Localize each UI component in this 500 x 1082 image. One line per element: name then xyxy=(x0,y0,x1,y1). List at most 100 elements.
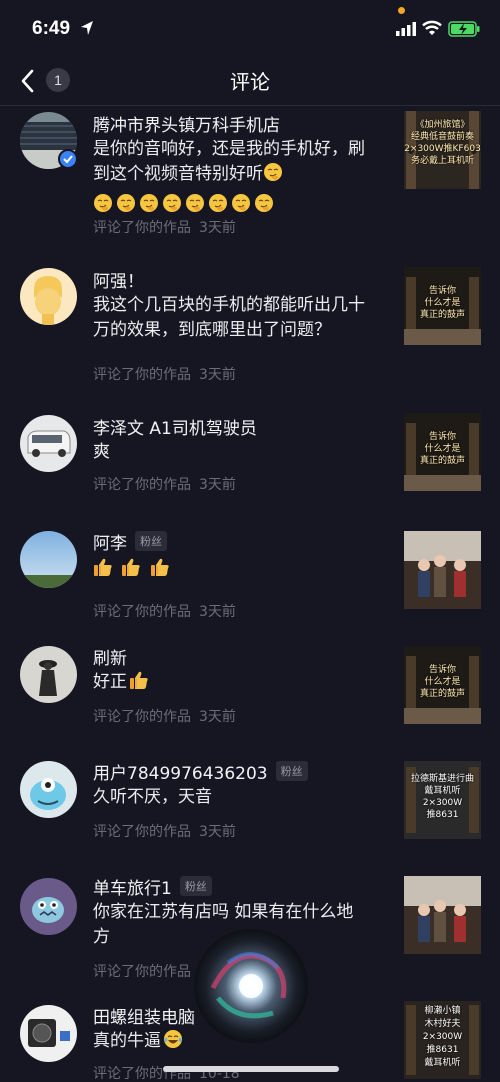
smirk-emoji xyxy=(254,193,274,213)
thumbs-up-emoji xyxy=(150,557,170,577)
meta-action: 评论了你的作品 xyxy=(93,709,191,725)
username[interactable]: 田螺组装电脑 xyxy=(93,1003,195,1028)
avatar[interactable] xyxy=(20,761,77,818)
smirk-emoji xyxy=(208,193,228,213)
avatar[interactable] xyxy=(20,646,77,703)
siri-icon[interactable] xyxy=(193,928,309,1044)
comment-text: 久听不厌，天音 xyxy=(93,787,212,807)
comment-text-block xyxy=(93,557,368,582)
meta-action: 评论了你的作品 xyxy=(93,824,191,840)
thumbnail-caption: 告诉你 什么才是 真正的鼓声 xyxy=(419,665,465,699)
comment-meta: 评论了你的作品 xyxy=(93,961,191,981)
fan-tag: 粉丝 xyxy=(179,876,212,896)
smirk-emoji xyxy=(263,162,283,182)
thumbs-up-emoji xyxy=(121,557,141,577)
pc-parts-avatar-image xyxy=(20,1005,77,1062)
video-thumbnail[interactable]: 告诉你 什么才是 真正的鼓声 xyxy=(404,267,481,345)
home-indicator[interactable] xyxy=(163,1066,339,1072)
meta-time: 3天前 xyxy=(199,604,236,620)
comment-text: 好正 xyxy=(93,672,127,692)
thumbs-up-emoji xyxy=(93,557,113,577)
meta-action: 评论了你的作品 xyxy=(93,367,191,383)
meta-action: 评论了你的作品 xyxy=(93,477,191,493)
fan-tag: 粉丝 xyxy=(275,761,308,781)
comment-text: 爽 xyxy=(93,442,110,462)
cartoon-face-avatar-image xyxy=(20,268,77,325)
thumbnail-caption: 柳濑小镇 木村好夫 2×300W 推8631 戴耳机听 xyxy=(422,1006,463,1068)
username[interactable]: 阿强！ xyxy=(93,267,144,292)
comment-item[interactable]: 用户7849976436203 粉丝 久听不厌，天音 评论了你的作品 3天前 拉德… xyxy=(0,737,500,852)
username[interactable]: 腾冲市界头镇万科手机店 xyxy=(93,111,280,136)
comment-text: 我这个几百块的手机的都能听出几十万的效果，到底哪里出了问题？ xyxy=(93,295,365,340)
emoji-row xyxy=(93,193,277,218)
smirk-emoji xyxy=(139,193,159,213)
thumbnail-caption: 告诉你 什么才是 真正的鼓声 xyxy=(419,432,465,466)
video-thumbnail[interactable] xyxy=(404,531,481,609)
meta-action: 评论了你的作品 xyxy=(93,220,191,236)
meta-action: 评论了你的作品 xyxy=(93,604,191,620)
avatar[interactable] xyxy=(20,531,77,588)
smirk-emoji xyxy=(162,193,182,213)
comment-item[interactable]: 阿李 粉丝 评论了你的作品 3天前 xyxy=(0,507,500,622)
comment-text-block: 是你的音响好，还是我的手机好，刷到这个视频音特别好听 xyxy=(93,137,368,218)
username[interactable]: 刷新 xyxy=(93,644,127,669)
video-thumbnail[interactable] xyxy=(404,876,481,954)
comment-meta: 评论了你的作品 3天前 xyxy=(93,217,236,237)
smirk-emoji xyxy=(116,193,136,213)
avatar[interactable] xyxy=(20,415,77,472)
smirk-emoji xyxy=(185,193,205,213)
comment-item[interactable]: 阿强！ 我这个几百块的手机的都能听出几十万的效果，到底哪里出了问题？ 评论了你的… xyxy=(0,257,500,392)
comment-meta: 评论了你的作品 3天前 xyxy=(93,706,236,726)
status-bar: 6:49 xyxy=(0,0,500,56)
video-thumbnail[interactable]: 柳濑小镇 木村好夫 2×300W 推8631 戴耳机听 xyxy=(404,1001,481,1079)
nav-header: 1 评论 xyxy=(0,56,500,106)
monster-avatar-image xyxy=(20,878,77,935)
thumbnail-caption: 拉德斯基进行曲 戴耳机听 2×300W 推8631 xyxy=(410,774,474,820)
signal-icon xyxy=(396,22,416,36)
meta-time: 3天前 xyxy=(199,367,236,383)
battery-charging-icon xyxy=(448,21,480,37)
thumbnail-caption: 《加州旅馆》 经典低音鼓前奏 2×300W推KF603 务必戴上耳机听 xyxy=(404,120,481,166)
meta-action: 评论了你的作品 xyxy=(93,964,191,980)
comment-text: 真的牛逼 xyxy=(93,1031,161,1051)
tears-of-joy-emoji xyxy=(163,1029,183,1049)
page-title: 评论 xyxy=(230,70,270,94)
comment-meta: 评论了你的作品 3天前 xyxy=(93,821,236,841)
avatar[interactable] xyxy=(20,268,77,325)
thumbs-up-emoji xyxy=(129,670,149,690)
meta-time: 3天前 xyxy=(199,709,236,725)
video-thumbnail[interactable]: 告诉你 什么才是 真正的鼓声 xyxy=(404,413,481,491)
comment-item[interactable]: 李泽文 A1司机驾驶员 爽 评论了你的作品 3天前 告诉你 什么才是 真正的鼓声 xyxy=(0,392,500,507)
video-thumbnail[interactable]: 《加州旅馆》 经典低音鼓前奏 2×300W推KF603 务必戴上耳机听 xyxy=(404,111,481,189)
comment-meta: 评论了你的作品 3天前 xyxy=(93,474,236,494)
sky-avatar-image xyxy=(20,531,77,588)
comment-meta: 评论了你的作品 3天前 xyxy=(93,601,236,621)
avatar[interactable] xyxy=(20,878,77,935)
video-thumbnail[interactable]: 告诉你 什么才是 真正的鼓声 xyxy=(404,646,481,724)
comment-item[interactable]: 腾冲市界头镇万科手机店 是你的音响好，还是我的手机好，刷到这个视频音特别好听 评… xyxy=(0,107,500,257)
minivan-avatar-image xyxy=(20,415,77,472)
username[interactable]: 用户7849976436203 xyxy=(93,759,268,784)
status-time: 6:49 xyxy=(32,18,71,39)
privacy-indicator xyxy=(398,7,405,14)
video-thumbnail[interactable]: 拉德斯基进行曲 戴耳机听 2×300W 推8631 xyxy=(404,761,481,839)
username[interactable]: 李泽文 A1司机驾驶员 xyxy=(93,414,257,439)
smirk-emoji xyxy=(93,193,113,213)
username[interactable]: 阿李 xyxy=(93,529,127,554)
comment-item[interactable]: 刷新 好正 评论了你的作品 3天前 告诉你 什么才是 真正的鼓声 xyxy=(0,622,500,737)
meta-time: 3天前 xyxy=(199,477,236,493)
location-arrow-icon xyxy=(81,21,93,35)
fan-tag: 粉丝 xyxy=(135,531,167,551)
thumbnail-image xyxy=(404,876,481,954)
verified-icon xyxy=(58,149,78,169)
username[interactable]: 单车旅行1 xyxy=(93,874,172,899)
comment-text-block: 好正 xyxy=(93,670,368,695)
smirk-emoji xyxy=(231,193,251,213)
comment-meta: 评论了你的作品 3天前 xyxy=(93,364,236,384)
wifi-icon xyxy=(422,20,442,35)
comment-text: 是你的音响好，还是我的手机好，刷到这个视频音特别好听 xyxy=(93,139,365,184)
thumbnail-caption: 告诉你 什么才是 真正的鼓声 xyxy=(419,286,465,320)
meta-time: 3天前 xyxy=(199,824,236,840)
avatar[interactable] xyxy=(20,1005,77,1062)
thumbnail-image xyxy=(404,531,481,609)
